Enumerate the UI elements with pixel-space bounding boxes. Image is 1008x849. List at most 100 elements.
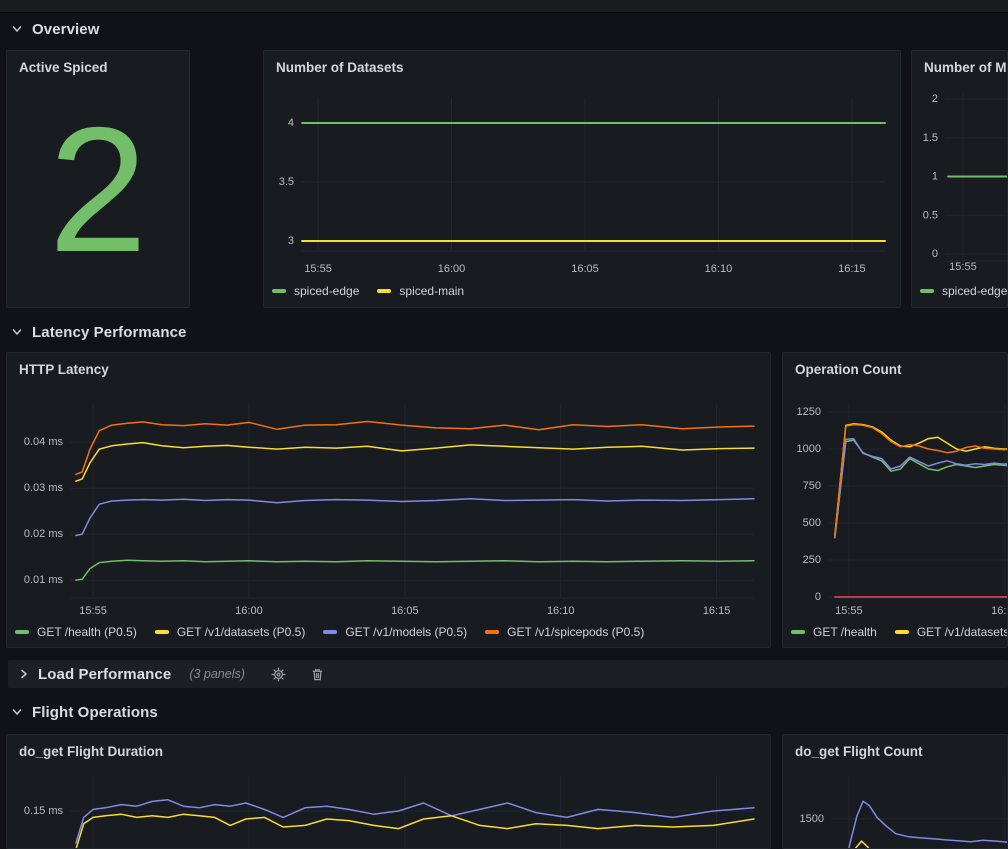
y-tick-label: 0.01 ms — [24, 574, 64, 586]
series-line — [76, 443, 754, 482]
legend-number-of-models: spiced-edge — [920, 281, 1007, 301]
panel-do-get-flight-count: do_get Flight Count 150015:5516:00 — [782, 734, 1008, 849]
chart-number-of-models[interactable]: 0 0.5 1 1.5 2 15:55 — [912, 51, 1007, 307]
row-title-load-performance: Load Performance — [38, 666, 171, 683]
y-tick-label: 0.04 ms — [24, 436, 64, 448]
legend-label: GET /health — [813, 625, 877, 639]
chart-svg: 33.5415:5516:0016:0516:1016:15 — [264, 51, 900, 307]
y-tick-label: 1000 — [797, 443, 821, 455]
panel-title-do-get-flight-duration[interactable]: do_get Flight Duration — [19, 744, 163, 759]
row-title-flight-operations: Flight Operations — [32, 704, 158, 721]
stat-value-wrap: 2 — [7, 51, 189, 307]
y-tick-label: 1.5 — [923, 132, 938, 144]
chart-operation-count[interactable]: 02505007501000125015:5516:00 — [783, 353, 1007, 647]
legend-swatch — [920, 289, 934, 293]
y-tick-label: 4 — [288, 117, 294, 129]
x-tick-label: 16:00 — [438, 263, 466, 275]
legend-swatch — [323, 630, 337, 634]
legend-label: GET /v1/models (P0.5) — [345, 625, 467, 639]
panel-title-do-get-flight-count[interactable]: do_get Flight Count — [795, 744, 922, 759]
legend-item[interactable]: GET /health — [791, 625, 877, 639]
grafana-dashboard: { "colors": { "canvas": "#111217", "pane… — [0, 0, 1008, 849]
row-header-load-performance[interactable]: Load Performance (3 panels) — [8, 660, 1008, 688]
panel-number-of-datasets: Number of Datasets 33.5415:5516:0016:051… — [263, 50, 901, 308]
legend-item[interactable]: GET /v1/models (P0.5) — [323, 625, 467, 639]
y-tick-label: 2 — [932, 93, 938, 105]
legend-item[interactable]: spiced-edge — [920, 284, 1007, 298]
page-header-edge — [0, 0, 1008, 13]
y-tick-label: 750 — [803, 480, 821, 492]
y-tick-label: 1250 — [797, 406, 821, 418]
series-line — [835, 439, 1007, 537]
stat-value: 2 — [49, 101, 148, 279]
y-tick-label: 500 — [803, 517, 821, 529]
legend-number-of-datasets: spiced-edge spiced-main — [272, 281, 900, 301]
row-header-overview[interactable]: Overview — [10, 16, 100, 42]
legend-item[interactable]: spiced-main — [377, 284, 464, 298]
x-tick-label: 16:05 — [391, 605, 419, 617]
x-tick-label: 16:15 — [703, 605, 731, 617]
trash-icon[interactable] — [310, 667, 325, 682]
legend-swatch — [272, 289, 286, 293]
panel-do-get-flight-duration: do_get Flight Duration 0.15 ms15:5516:00… — [6, 734, 771, 849]
legend-item[interactable]: GET /v1/datasets (P0.5) — [155, 625, 306, 639]
panel-title-number-of-datasets[interactable]: Number of Datasets — [276, 60, 404, 75]
panel-title-number-of-models[interactable]: Number of Models — [924, 60, 1008, 75]
chevron-down-icon — [10, 23, 24, 35]
row-panel-count: (3 panels) — [189, 667, 245, 681]
row-header-latency-performance[interactable]: Latency Performance — [10, 319, 186, 345]
row-header-flight-operations[interactable]: Flight Operations — [10, 699, 158, 725]
panel-number-of-models: Number of Models 0 0.5 1 1.5 2 15:55 spiced-e… — [911, 50, 1008, 308]
x-tick-label: 15:55 — [304, 263, 332, 275]
series-line — [76, 814, 754, 848]
y-tick-label: 3.5 — [279, 176, 294, 188]
x-tick-label: 16:10 — [547, 605, 575, 617]
legend-label: GET /v1/datasets (P0.5) — [177, 625, 306, 639]
chart-svg: 02505007501000125015:5516:00 — [783, 353, 1007, 647]
legend-swatch — [377, 289, 391, 293]
y-tick-label: 0 — [815, 591, 821, 603]
chevron-down-icon — [10, 706, 24, 718]
x-tick-label: 16:00 — [991, 605, 1007, 617]
row-title-latency-performance: Latency Performance — [32, 324, 186, 341]
gear-icon[interactable] — [271, 667, 286, 682]
series-line — [76, 499, 754, 536]
legend-label: GET /v1/datasets — [917, 625, 1008, 639]
legend-label: spiced-edge — [294, 284, 359, 298]
legend-swatch — [791, 630, 805, 634]
panel-operation-count: Operation Count 02505007501000125015:551… — [782, 352, 1008, 648]
y-tick-label: 1500 — [800, 813, 824, 825]
legend-item[interactable]: spiced-edge — [272, 284, 359, 298]
chevron-right-icon — [18, 668, 30, 680]
series-line — [76, 560, 754, 580]
series-line — [835, 425, 1007, 536]
legend-http-latency: GET /health (P0.5) GET /v1/datasets (P0.5… — [15, 622, 770, 642]
legend-swatch — [155, 630, 169, 634]
panel-title-active-spiced[interactable]: Active Spiced — [19, 60, 108, 75]
y-tick-label: 0 — [932, 248, 938, 260]
chart-svg: 0.01 ms0.02 ms0.03 ms0.04 ms15:5516:0016… — [7, 353, 770, 647]
series-line — [76, 800, 754, 843]
x-tick-label: 15:55 — [79, 605, 107, 617]
panel-http-latency: HTTP Latency 0.01 ms0.02 ms0.03 ms0.04 m… — [6, 352, 771, 648]
y-tick-label: 0.03 ms — [24, 482, 64, 494]
legend-label: GET /v1/spicepods (P0.5) — [507, 625, 644, 639]
chevron-down-icon — [10, 326, 24, 338]
panel-title-http-latency[interactable]: HTTP Latency — [19, 362, 109, 377]
legend-item[interactable]: GET /v1/datasets — [895, 625, 1008, 639]
x-tick-label: 15:55 — [949, 261, 977, 273]
y-tick-label: 1 — [932, 171, 938, 183]
panel-title-operation-count[interactable]: Operation Count — [795, 362, 902, 377]
legend-label: GET /health (P0.5) — [37, 625, 137, 639]
x-tick-label: 16:05 — [571, 263, 599, 275]
legend-item[interactable]: GET /health (P0.5) — [15, 625, 137, 639]
series-line — [835, 424, 1007, 535]
panel-active-spiced: Active Spiced 2 — [6, 50, 190, 308]
chart-number-of-datasets[interactable]: 33.5415:5516:0016:0516:1016:15 — [264, 51, 900, 307]
chart-http-latency[interactable]: 0.01 ms0.02 ms0.03 ms0.04 ms15:5516:0016… — [7, 353, 770, 647]
legend-item[interactable]: GET /v1/spicepods (P0.5) — [485, 625, 644, 639]
legend-label: spiced-main — [399, 284, 464, 298]
y-tick-label: 3 — [288, 235, 294, 247]
legend-swatch — [485, 630, 499, 634]
y-tick-label: 0.5 — [923, 209, 938, 221]
